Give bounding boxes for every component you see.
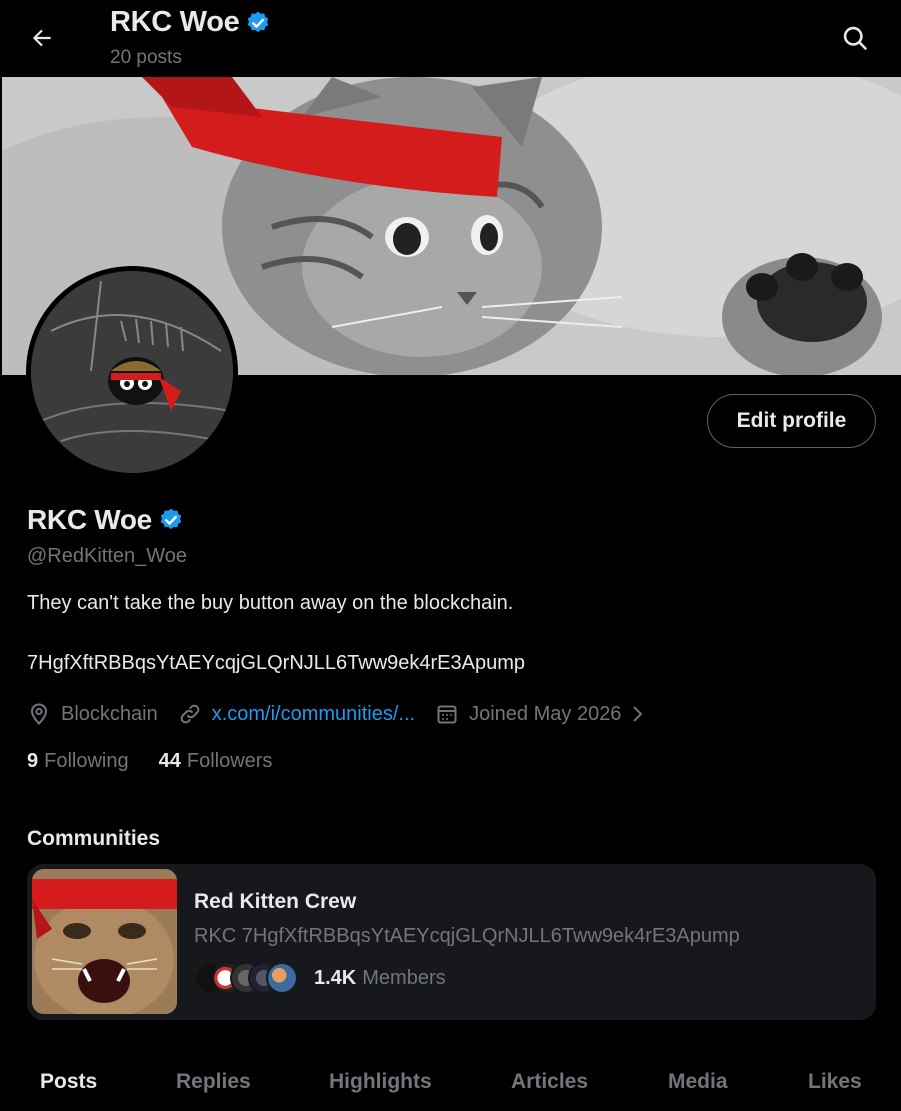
tab-replies[interactable]: Replies <box>176 1070 251 1094</box>
community-members: 1.4K Members <box>194 962 446 994</box>
website-item[interactable]: x.com/i/communities/... <box>178 702 415 726</box>
location-pin-icon <box>30 703 48 725</box>
follow-stats: 9 Following 44 Followers <box>27 750 272 773</box>
link-icon <box>180 704 200 724</box>
tab-articles[interactable]: Articles <box>511 1070 588 1094</box>
member-count: 1.4K <box>314 966 357 989</box>
verified-badge-icon[interactable] <box>158 507 184 533</box>
profile-tabs: Posts Replies Highlights Articles Media … <box>0 1058 901 1111</box>
community-card[interactable]: Red Kitten Crew RKC 7HgfXftRBBqsYtAEYcqj… <box>27 864 876 1020</box>
community-name: Red Kitten Crew <box>194 890 357 913</box>
profile-bio: They can't take the buy button away on t… <box>27 592 514 614</box>
top-bar: RKC Woe 20 posts <box>0 0 901 77</box>
member-avatars <box>194 962 302 994</box>
following-label: Following <box>44 750 129 772</box>
followers-link[interactable]: 44 Followers <box>159 750 273 773</box>
header-title: RKC Woe <box>110 6 271 39</box>
member-avatar <box>266 962 298 994</box>
following-link[interactable]: 9 Following <box>27 750 129 773</box>
avatar-image <box>31 271 233 473</box>
chevron-right-icon <box>633 706 643 722</box>
followers-count: 44 <box>158 750 181 772</box>
following-count: 9 <box>27 750 39 772</box>
joined-item[interactable]: Joined May 2026 <box>435 702 647 726</box>
profile-handle: @RedKitten_Woe <box>27 545 188 567</box>
location-text: Blockchain <box>61 702 158 725</box>
header-name: RKC Woe <box>110 6 240 38</box>
back-button[interactable] <box>22 18 62 58</box>
profile-avatar[interactable] <box>26 266 238 478</box>
tab-posts[interactable]: Posts <box>40 1070 97 1094</box>
tab-likes[interactable]: Likes <box>808 1070 862 1094</box>
community-description: RKC 7HgfXftRBBqsYtAEYcqjGLQrNJLL6Tww9ek4… <box>194 925 740 947</box>
profile-name-row: RKC Woe <box>27 504 184 536</box>
joined-text: Joined May 2026 <box>469 702 622 725</box>
profile-meta: Blockchain x.com/i/communities/... Joine… <box>27 700 647 728</box>
community-image <box>32 869 177 1014</box>
edit-profile-button[interactable]: Edit profile <box>707 394 876 448</box>
tab-highlights[interactable]: Highlights <box>329 1070 432 1094</box>
verified-badge-icon <box>248 11 269 32</box>
tab-media[interactable]: Media <box>668 1070 728 1094</box>
profile-name: RKC Woe <box>27 504 152 535</box>
member-label: Members <box>362 966 446 989</box>
communities-heading: Communities <box>27 827 161 850</box>
followers-label: Followers <box>186 750 273 772</box>
arrow-left-icon <box>32 29 51 47</box>
profile-contract-address: 7HgfXftRBBqsYtAEYcqjGLQrNJLL6Tww9ek4rE3A… <box>27 652 525 674</box>
header-posts-count: 20 posts <box>110 47 182 68</box>
search-icon <box>843 26 867 50</box>
search-button[interactable] <box>835 18 875 58</box>
website-link[interactable]: x.com/i/communities/... <box>212 703 415 726</box>
calendar-icon <box>437 705 457 724</box>
location-item: Blockchain <box>27 702 158 726</box>
